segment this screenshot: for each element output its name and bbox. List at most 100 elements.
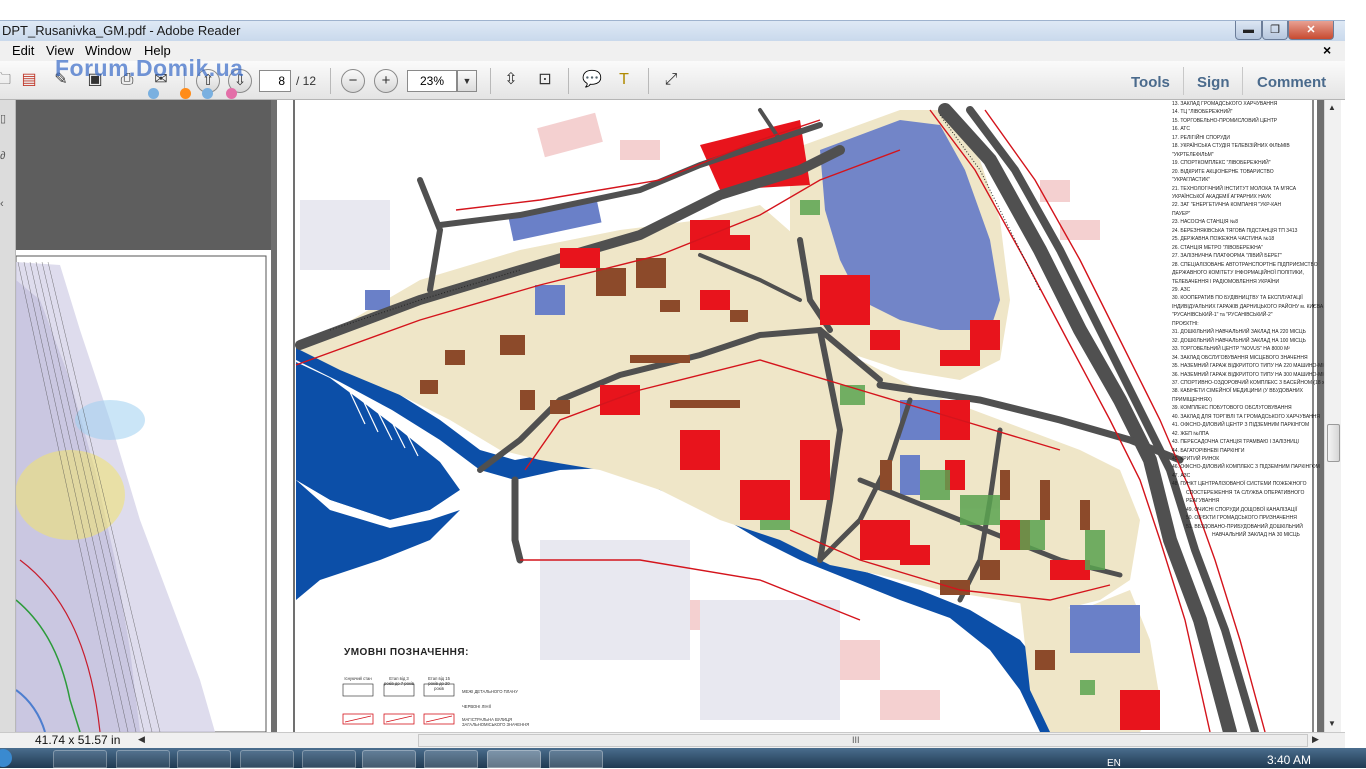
document-view[interactable]: УМОВНІ ПОЗНАЧЕННЯ: Існуючий стан Етап ві…	[16, 100, 1328, 732]
legend-list-item: 22. ЗАТ "ЕНЕРГЕТИЧНА КОМПАНІЯ "УКР-КАН	[1172, 202, 1282, 209]
page-number-input[interactable]: 8	[259, 70, 291, 92]
layers-icon[interactable]: ‹	[0, 198, 4, 210]
highlight-text-icon[interactable]: T	[613, 69, 635, 91]
menu-edit[interactable]: Edit	[12, 43, 34, 58]
legend-list-item: РЕАГУВАННЯ	[1186, 498, 1220, 505]
taskbar-notes-icon[interactable]	[302, 750, 356, 768]
legend-list-item: ПАУЕР"	[1172, 210, 1191, 217]
legend-header-stage-2: Етап від 15 років до 20 років	[428, 676, 450, 691]
legend-list-item: 21. ТЕХНОЛОГІЧНИЙ ІНСТИТУТ МОЛОКА ТА М'Я…	[1172, 185, 1297, 192]
legend-list-item: 13. ЗАКЛАД ГРОМАДСЬКОГО ХАРЧУВАННЯ	[1172, 101, 1278, 107]
watermark-dot	[226, 88, 237, 99]
legend-list-item: 17. РЕЛІГІЙНІ СПОРУДИ	[1172, 134, 1231, 141]
tools-button[interactable]: Tools	[1131, 74, 1170, 91]
legend-list-item: 42. ЖЕП №ЛПА	[1172, 430, 1209, 437]
legend-section-red-lines: ЧЕРВОНІ ЛІНІЇ	[462, 704, 491, 709]
zoom-out-button[interactable]: −	[341, 69, 365, 93]
taskbar-firefox-icon[interactable]	[240, 750, 294, 768]
sign-button[interactable]: Sign	[1197, 74, 1230, 91]
legend-list-item: 32. ДОШКІЛЬНИЙ НАВЧАЛЬНИЙ ЗАКЛАД НА 100 …	[1172, 337, 1306, 344]
zoom-input[interactable]: 23%	[407, 70, 457, 92]
legend-list-item: 19. СПОРТКОМПЛЕКС "ЛІВОБЕРЕЖНИЙ"	[1172, 160, 1271, 167]
legend-header-stage-1: Етап від 3 років до 7 років	[384, 676, 414, 686]
legend-list-item: 14. ТЦ "ЛІВОБЕРЕЖНИЙ"	[1172, 109, 1233, 116]
window-title-bar[interactable]: DPT_Rusanivka_GM.pdf - Adobe Reader ▬ ❐ …	[0, 20, 1345, 41]
legend-list-item: 33. ТОРГОВЕЛЬНИЙ ЦЕНТР "NOVUS" НА 8000 М…	[1172, 346, 1290, 353]
legend-list-item: 30. КООПЕРАТИВ ПО БУДІВНИЦТВУ ТА ЕКСПЛУА…	[1172, 295, 1303, 302]
open-icon[interactable]: 🗀	[0, 69, 14, 91]
taskbar-ie-icon[interactable]	[116, 750, 170, 768]
legend-list-item: 41. ОФІСНО-ДІЛОВИЙ ЦЕНТР З ПІДЗЕМНИМ ПАР…	[1172, 422, 1310, 429]
vertical-scroll-thumb[interactable]	[1327, 424, 1340, 462]
legend-list-item: 44. БАГАТОРІВНЕВІ ПАРКІНГИ	[1172, 447, 1245, 454]
maximize-button[interactable]: ❐	[1262, 21, 1288, 40]
toolbar-separator	[648, 68, 649, 94]
taskbar-chrome-window[interactable]	[362, 750, 416, 768]
legend-list-item: 49. ОЧИСНІ СПОРУДИ ДОЩОВОЇ КАНАЛІЗАЦІЇ	[1186, 506, 1298, 513]
horizontal-scroll-thumb[interactable]: III	[852, 735, 860, 746]
zoom-in-button[interactable]: +	[374, 69, 398, 93]
close-window-button[interactable]: ✕	[1288, 21, 1334, 40]
taskbar-chrome-icon[interactable]	[53, 750, 107, 768]
taskbar-adobe-reader-window[interactable]	[487, 750, 541, 768]
legend-list-item: 35. НАЗЕМНИЙ ГАРАЖ ВІДКРИТОГО ТИПУ НА 22…	[1172, 363, 1328, 370]
legend-list-item: ТЕЛЕБАЧЕННЯ І РАДІОМОВЛЕННЯ УКРАЇНИ	[1172, 278, 1280, 285]
taskbar-notepad-window[interactable]	[549, 750, 603, 768]
scroll-mode-icon[interactable]: ⇳	[500, 69, 522, 91]
pages-icon[interactable]: ▯	[0, 112, 6, 125]
legend-list-item: 25. ДЕРЖАВНА ПОЖЕЖНА ЧАСТИНА №18	[1172, 236, 1275, 243]
start-button-icon[interactable]	[0, 749, 12, 767]
vertical-scrollbar[interactable]: ▲ ▼	[1324, 100, 1341, 732]
taskbar-explorer-window[interactable]	[424, 750, 478, 768]
taskbar-media-player-icon[interactable]	[177, 750, 231, 768]
language-indicator[interactable]: EN	[1107, 758, 1121, 769]
sticky-note-icon[interactable]: 💬	[581, 69, 603, 91]
create-pdf-icon[interactable]: ▤	[18, 69, 40, 91]
close-document-button[interactable]: ×	[1323, 42, 1331, 58]
comment-button[interactable]: Comment	[1257, 74, 1326, 91]
status-bar: 41.74 x 51.57 in ◀ III ▶	[0, 732, 1345, 748]
legend-list-item: "УКРАГЛАСТИК"	[1172, 177, 1210, 184]
legend-list-item: 31. ДОШКІЛЬНИЙ НАВЧАЛЬНИЙ ЗАКЛАД НА 220 …	[1172, 329, 1306, 336]
toolbar-separator	[490, 68, 491, 94]
legend-list-item: 18. УКРАЇНСЬКА СТУДІЯ ТЕЛЕВІЗІЙНИХ ФІЛЬМ…	[1172, 143, 1290, 150]
watermark-dot	[148, 88, 159, 99]
legend-list-item: 39. КОМПЛЕКС ПОБУТОВОГО ОБСЛУГОВУВАННЯ	[1172, 405, 1292, 412]
minimize-button[interactable]: ▬	[1235, 21, 1262, 40]
legend-list-item: 16. АТС	[1172, 126, 1190, 133]
legend-list-item: 40. ЗАКЛАД ДЛЯ ТОРГІВЛІ ТА ГРОМАДСЬКОГО …	[1172, 413, 1321, 420]
legend-list-item: 15. ТОРГОВЕЛЬНО-ПРОМИСЛОВИЙ ЦЕНТР	[1172, 117, 1278, 124]
legend-list-item: 46. ОФІСНО-ДІЛОВИЙ КОМПЛЕКС З ПІДЗЕМНИМ …	[1172, 464, 1320, 471]
fit-page-icon[interactable]: ⊡	[534, 69, 556, 91]
legend-list-item: 48. ПУНКТ ЦЕНТРАЛІЗОВАНОЇ СИСТЕМИ ПОЖЕЖН…	[1172, 481, 1307, 488]
legend-list-item: УКРАЇНСЬКОЇ АКАДЕМІЇ АГРАРНИХ НАУК	[1172, 193, 1272, 200]
attachments-icon[interactable]: ∂	[0, 150, 5, 162]
legend-list-item: 37. СПОРТИВНО-ОЗДОРОВЧИЙ КОМПЛЕКС З БАСЕ…	[1172, 379, 1328, 386]
taskbar: EN 3:40 AM	[0, 748, 1366, 769]
legend-list-item: 28. СПЕЦІАЛІЗОВАНЕ АВТОТРАНСПОРТНЕ ПІДПР…	[1172, 261, 1318, 268]
system-clock[interactable]: 3:40 AM	[1267, 753, 1311, 767]
toolbar-separator	[1242, 67, 1243, 95]
legend-list-item: 47. АЗС	[1172, 472, 1191, 479]
legend-list-item: "УКРТЕЛЕФІЛЬМ"	[1172, 151, 1214, 158]
legend-list-item: 34. ЗАКЛАД ОБСЛУГОВУВАННЯ МІСЦЕВОГО ЗНАЧ…	[1172, 354, 1308, 361]
legend-list-item: ПРОЄКТНІ:	[1172, 320, 1199, 327]
legend-list-item: ДЕРЖАВНОГО КОМІТЕТУ ІНФОРМАЦІЙНОЇ ПОЛІТИ…	[1172, 270, 1304, 277]
scroll-right-icon[interactable]: ▶	[1312, 734, 1319, 745]
full-screen-icon[interactable]: ⤢	[660, 69, 682, 91]
scroll-down-icon[interactable]: ▼	[1328, 719, 1336, 728]
horizontal-scrollbar[interactable]: III	[418, 734, 1308, 747]
legend-list-item: СПОСТЕРЕЖЕННЯ ТА СЛУЖБА ОПЕРАТИВНОГО	[1186, 489, 1305, 496]
legend-list-item: ІНДИВІДУАЛЬНИХ ГАРАЖІВ ДАРНИЦЬКОГО РАЙОН…	[1172, 303, 1324, 310]
legend-list-item: 45. КРИТИЙ РИНОК	[1172, 456, 1220, 463]
scroll-left-icon[interactable]: ◀	[138, 734, 145, 745]
legend-list-item: ПРИМІЩЕННЯХ)	[1172, 396, 1212, 403]
page-total: / 12	[296, 74, 317, 88]
scroll-up-icon[interactable]: ▲	[1328, 103, 1336, 112]
legend-list-item: 36. НАЗЕМНИЙ ГАРАЖ ВІДКРИТОГО ТИПУ НА 30…	[1172, 371, 1328, 378]
legend-list-item: 27. ЗАЛІЗНИЧНА ПЛАТФОРМА "ЛІВИЙ БЕРЕГ"	[1172, 253, 1283, 260]
legend-list-item: 38. КАБІНЕТИ СІМЕЙНОЇ МЕДИЦИНИ (У ВБУДОВ…	[1172, 388, 1303, 395]
legend-row-main-street: МАГІСТРАЛЬНА ВУЛИЦЯ ЗАГАЛЬНОМІСЬКОГО ЗНА…	[462, 717, 530, 727]
building-legend-list: 13. ЗАКЛАД ГРОМАДСЬКОГО ХАРЧУВАННЯ 14. ТЦ…	[1172, 100, 1328, 540]
zoom-dropdown-chevron-icon[interactable]: ▼	[457, 70, 477, 92]
